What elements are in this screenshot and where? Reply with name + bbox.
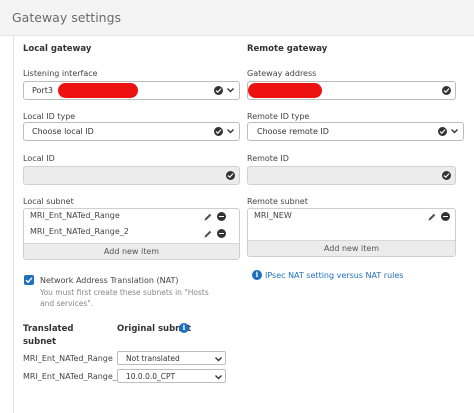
nat-hint-line2: and services". — [40, 299, 94, 308]
minus-circle-icon[interactable] — [441, 212, 450, 221]
local-id-type-label: Local ID type — [23, 112, 76, 121]
nat-hint-line1: You must first create these subnets in "… — [40, 288, 209, 297]
local-subnet-list: MRI_Ent_NATed_Range MRI_Ent_NATed_Range_… — [23, 208, 240, 260]
list-item: MRI_NEW — [254, 211, 292, 220]
list-item: MRI_Ent_NATed_Range — [30, 211, 120, 220]
nat-row-select[interactable]: Not translated — [117, 351, 226, 365]
remote-subnet-list: MRI_NEW Add new item — [247, 208, 456, 257]
pencil-icon[interactable] — [427, 212, 437, 222]
remote-id-label: Remote ID — [247, 154, 289, 163]
check-circle-icon — [442, 86, 451, 95]
nat-setting-link[interactable]: IPsec NAT setting versus NAT rules — [265, 271, 403, 280]
chevron-down-icon — [227, 88, 234, 93]
chevron-down-icon — [227, 129, 234, 134]
info-icon[interactable]: i — [179, 323, 189, 333]
check-circle-icon — [226, 171, 235, 180]
check-circle-icon — [214, 86, 223, 95]
chevron-down-icon — [215, 375, 222, 380]
gateway-address-input[interactable] — [247, 81, 456, 100]
local-gateway-heading: Local gateway — [23, 44, 92, 54]
remote-id-input[interactable] — [247, 166, 456, 185]
translated-subnet-heading-1: Translated — [23, 324, 74, 334]
remote-gateway-heading: Remote gateway — [247, 44, 328, 54]
redaction-mark — [58, 83, 138, 98]
add-new-item-button[interactable]: Add new item — [24, 243, 239, 259]
page-header: Gateway settings — [0, 0, 474, 36]
chevron-down-icon — [451, 129, 458, 134]
listening-interface-select[interactable]: Port3 — [23, 81, 240, 100]
remote-id-type-label: Remote ID type — [247, 112, 310, 121]
remote-id-type-select[interactable]: Choose remote ID — [247, 122, 464, 141]
gateway-address-label: Gateway address — [247, 69, 317, 78]
page-title: Gateway settings — [12, 10, 122, 25]
minus-circle-icon[interactable] — [217, 212, 226, 221]
check-circle-icon — [214, 127, 223, 136]
minus-circle-icon[interactable] — [217, 229, 226, 238]
listening-interface-label: Listening interface — [23, 69, 98, 78]
local-subnet-label: Local subnet — [23, 197, 74, 206]
chevron-down-icon — [215, 357, 222, 362]
redaction-mark — [248, 83, 322, 98]
local-id-input[interactable] — [23, 166, 240, 185]
info-icon: i — [252, 270, 262, 280]
translated-subnet-heading-2: subnet — [23, 337, 57, 347]
check-circle-icon — [438, 127, 447, 136]
nat-row-name: MRI_Ent_NATed_Range — [23, 354, 113, 363]
check-icon — [25, 277, 33, 284]
pencil-icon[interactable] — [203, 229, 213, 239]
nat-row-value: 10.0.0.0_CPT — [126, 372, 176, 381]
check-circle-icon — [442, 171, 451, 180]
add-new-item-button[interactable]: Add new item — [248, 240, 455, 256]
gateway-settings-panel: Local gateway Listening interface Port3 … — [13, 36, 474, 413]
local-id-type-value: Choose local ID — [32, 127, 94, 136]
list-item: MRI_Ent_NATed_Range_2 — [30, 227, 129, 236]
remote-id-type-value: Choose remote ID — [257, 127, 329, 136]
local-id-type-select[interactable]: Choose local ID — [23, 122, 240, 141]
nat-row-select[interactable]: 10.0.0.0_CPT — [117, 369, 226, 383]
local-id-label: Local ID — [23, 154, 55, 163]
nat-row-value: Not translated — [126, 354, 180, 363]
nat-checkbox[interactable] — [24, 275, 34, 285]
nat-checkbox-label: Network Address Translation (NAT) — [40, 276, 179, 285]
remote-subnet-label: Remote subnet — [247, 197, 308, 206]
listening-interface-value: Port3 — [32, 86, 53, 95]
nat-row-name: MRI_Ent_NATed_Range_2 — [23, 372, 117, 381]
pencil-icon[interactable] — [203, 212, 213, 222]
